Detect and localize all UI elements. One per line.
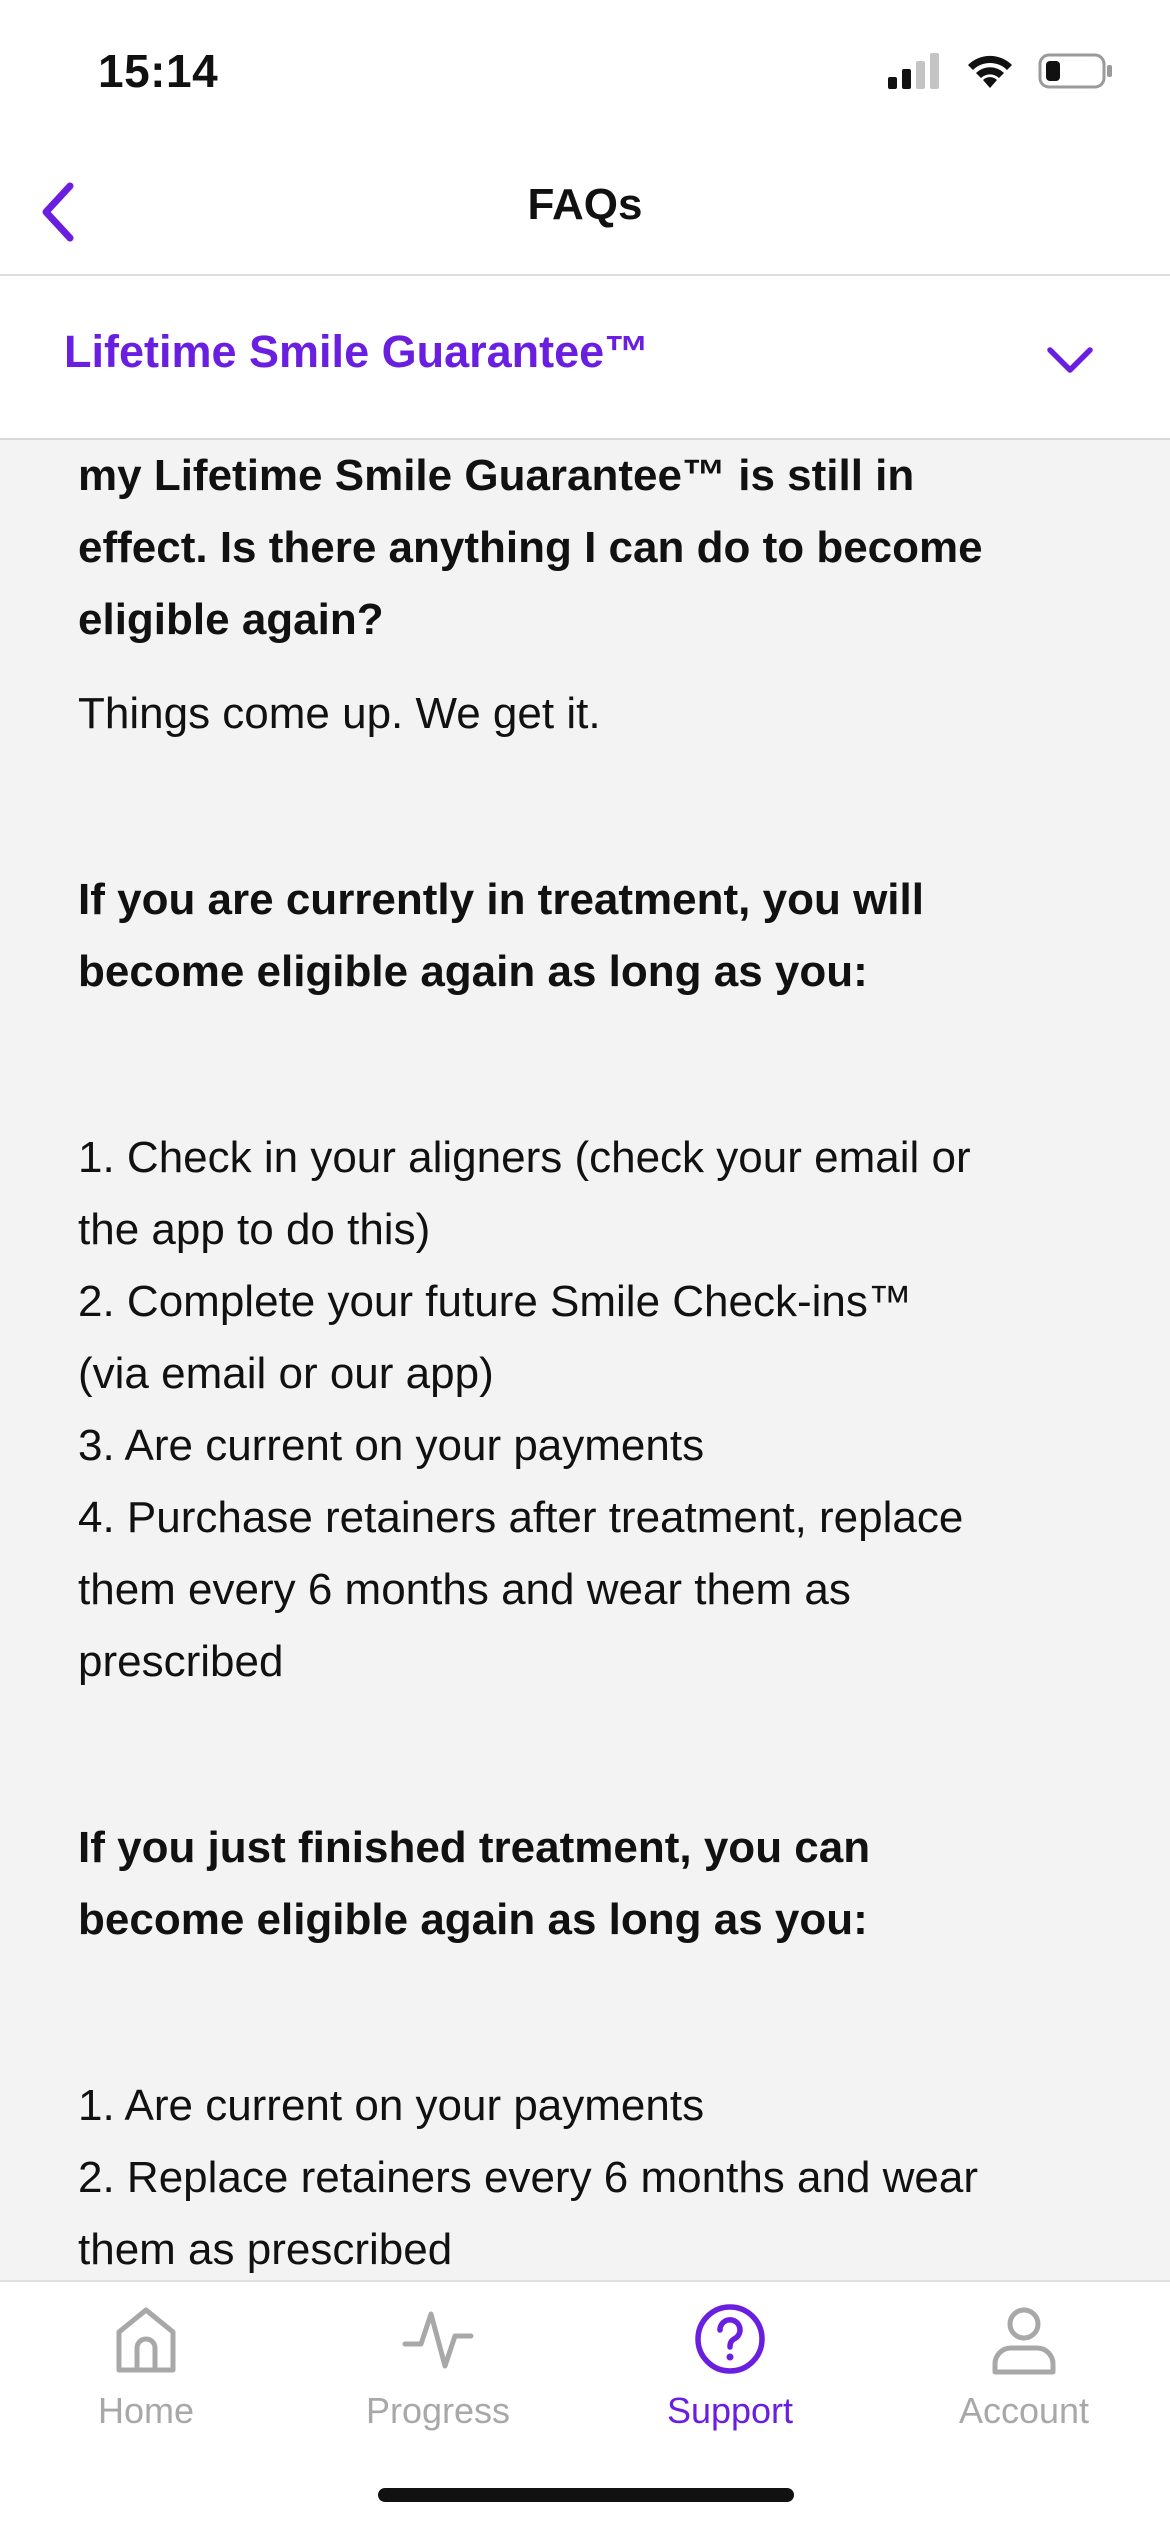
help-circle-icon [695,2304,765,2374]
tab-label: Progress [365,2390,511,2431]
question-line: my Lifetime Smile Guarantee™ is still in [78,451,915,500]
battery-low-icon [1038,53,1112,89]
list-item-line: 3. Are current on your payments [78,1421,705,1470]
status-icons [888,52,1114,90]
nav-header: FAQs [0,150,1170,276]
cellular-signal-icon [888,53,939,89]
list-item-line: 4. Purchase retainers after treatment, r… [78,1493,964,1542]
list-item-line: (via email or our app) [78,1349,494,1398]
list-item-line: 1. Check in your aligners (check your em… [78,1133,971,1182]
app-screen: 15:14 FAQs Lifetime Smile Guarantee™ my … [0,0,1170,2532]
list-item-line: 2. Replace retainers every 6 months and … [78,2153,979,2202]
faq-answer: my Lifetime Smile Guarantee™ is still in… [78,440,1108,2280]
category-label: Lifetime Smile Guarantee™ [64,326,650,377]
chevron-down-icon [1047,347,1093,373]
question-line: effect. Is there anything I can do to be… [78,523,983,572]
tab-home[interactable]: Home [0,2300,292,2450]
question-line: eligible again? [78,595,384,644]
list-item: 1. Are current on your payments [78,2070,1108,2142]
tab-support[interactable]: Support [584,2300,876,2450]
status-time: 15:14 [98,45,219,97]
answer-intro: Things come up. We get it. [78,689,601,738]
heading-line: become eligible again as long as you: [78,1895,868,1944]
in-treatment-list: 1. Check in your aligners (check your em… [78,1122,1108,1698]
category-dropdown[interactable]: Lifetime Smile Guarantee™ [0,276,1170,440]
heading-line: become eligible again as long as you: [78,947,868,996]
person-icon [992,2307,1056,2375]
list-item-line: them every 6 months and wear them as [78,1565,851,1614]
heading-line: If you are currently in treatment, you w… [78,875,924,924]
home-icon [116,2307,176,2373]
list-item: 2. Complete your future Smile Check-ins™… [78,1266,1108,1410]
home-indicator [378,2488,794,2502]
tab-label: Support [666,2390,794,2431]
tab-label: Account [958,2390,1090,2431]
list-item-line: 1. Are current on your payments [78,2081,705,2130]
wifi-icon [968,55,1012,88]
finished-treatment-heading: If you just finished treatment, you can … [78,1812,1108,1956]
tab-account[interactable]: Account [878,2300,1170,2450]
heading-line: If you just finished treatment, you can [78,1823,871,1872]
list-item: 2. Replace retainers every 6 months and … [78,2142,1108,2280]
list-item-line: 2. Complete your future Smile Check-ins™ [78,1277,912,1326]
page-title: FAQs [527,180,643,229]
tab-progress[interactable]: Progress [292,2300,584,2450]
finished-treatment-list: 1. Are current on your payments 2. Repla… [78,2070,1108,2280]
list-item-line: them as prescribed [78,2225,453,2274]
list-item: 1. Check in your aligners (check your em… [78,1122,1108,1266]
list-item: 4. Purchase retainers after treatment, r… [78,1482,1108,1698]
tab-label: Home [97,2390,195,2431]
status-bar: 15:14 [0,0,1170,150]
pulse-icon [402,2311,474,2369]
list-item-line: prescribed [78,1637,284,1686]
in-treatment-heading: If you are currently in treatment, you w… [78,864,1108,1008]
faq-content[interactable]: my Lifetime Smile Guarantee™ is still in… [0,440,1170,2280]
list-item: 3. Are current on your payments [78,1410,1108,1482]
list-item-line: the app to do this) [78,1205,431,1254]
faq-question: my Lifetime Smile Guarantee™ is still in… [78,440,1108,656]
